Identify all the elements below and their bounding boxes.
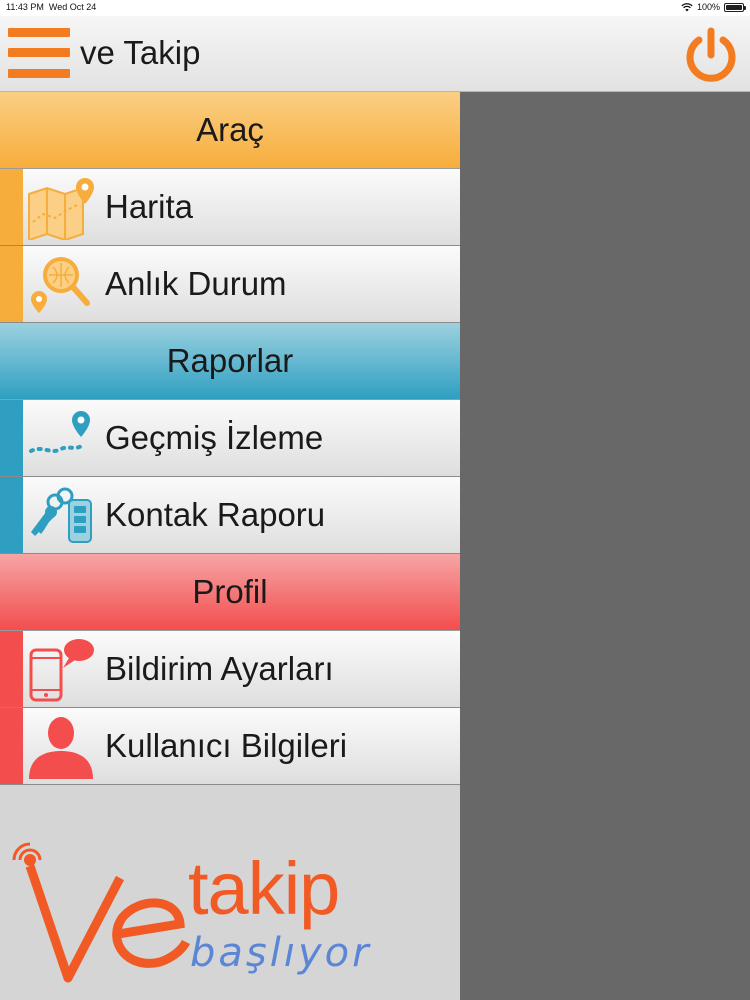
user-icon — [23, 710, 99, 782]
menu-item-kontak-raporu[interactable]: Kontak Raporu — [0, 477, 460, 554]
menu-item-gecmis-izleme[interactable]: Geçmiş İzleme — [0, 400, 460, 477]
page-title: ve Takip — [80, 34, 201, 71]
menu-item-label: Kontak Raporu — [105, 496, 326, 533]
menu-item-label: Geçmiş İzleme — [105, 419, 324, 456]
menu-item-anlik-durum[interactable]: Anlık Durum — [0, 246, 460, 323]
section-header-raporlar: Raporlar — [0, 323, 460, 400]
menu-item-kullanici-bilgileri[interactable]: Kullanıcı Bilgileri — [0, 708, 460, 785]
menu-item-harita[interactable]: Harita — [0, 169, 460, 246]
section-header-profil: Profil — [0, 554, 460, 631]
battery-percent: 100% — [696, 2, 720, 12]
status-time-date: 11:43 PM Wed Oct 24 — [6, 2, 97, 12]
logo-text: takip — [188, 847, 340, 930]
nav-bar: ve Takip — [0, 16, 750, 92]
car-key-icon — [23, 479, 99, 551]
menu-item-label: Bildirim Ayarları — [105, 650, 334, 687]
status-bar: 11:43 PM Wed Oct 24 100% — [0, 0, 750, 16]
section-header-arac: Araç — [0, 92, 460, 169]
battery-icon — [724, 2, 746, 12]
location-search-icon — [23, 248, 99, 320]
menu-item-label: Anlık Durum — [105, 265, 287, 302]
wifi-icon — [681, 2, 693, 11]
map-icon — [23, 171, 99, 243]
menu-item-label: Harita — [105, 188, 194, 225]
app-logo: takip başlıyor — [10, 838, 390, 988]
menu-item-label: Kullanıcı Bilgileri — [105, 727, 348, 764]
logo-tagline: başlıyor — [190, 930, 372, 976]
route-icon — [23, 402, 99, 474]
content-overlay[interactable] — [460, 92, 750, 1000]
phone-notification-icon — [23, 633, 99, 705]
hamburger-menu-icon[interactable] — [8, 28, 70, 78]
logo-ve-mark — [12, 842, 191, 983]
menu-item-bildirim-ayarlari[interactable]: Bildirim Ayarları — [0, 631, 460, 708]
power-icon[interactable] — [682, 26, 740, 84]
